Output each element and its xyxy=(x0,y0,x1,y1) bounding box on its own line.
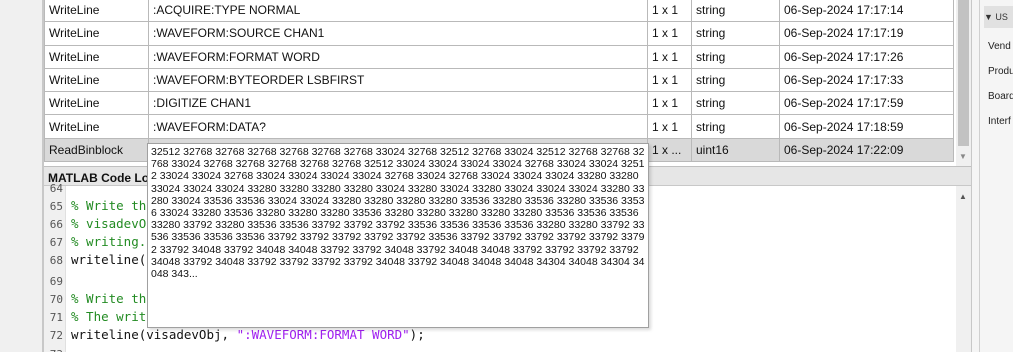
code-token: ); xyxy=(409,327,425,342)
type-cell: string xyxy=(691,21,780,46)
timestamp-cell: 06-Sep-2024 17:17:14 xyxy=(779,0,954,23)
code-line[interactable]: 73 xyxy=(44,346,956,352)
argument-cell: :WAVEFORM:DATA? xyxy=(148,114,648,139)
argument-cell: :DIGITIZE CHAN1 xyxy=(148,91,648,116)
code-text: writeline( xyxy=(71,252,146,267)
size-cell: 1 x 1 xyxy=(647,44,692,69)
size-cell: 1 x 1 xyxy=(647,21,692,46)
code-comment: % Write th xyxy=(71,291,147,306)
argument-cell: :WAVEFORM:BYTEORDER LSBFIRST xyxy=(148,67,648,93)
function-cell: WriteLine xyxy=(44,67,149,93)
line-number: 70 xyxy=(49,293,63,306)
size-cell: 1 x ... xyxy=(647,137,692,163)
function-cell: WriteLine xyxy=(44,44,149,69)
line-number: 69 xyxy=(49,275,63,288)
type-cell: string xyxy=(691,44,780,69)
argument-cell: :ACQUIRE:TYPE NORMAL xyxy=(148,0,648,23)
left-border xyxy=(0,0,44,352)
log-table: WriteLine:ACQUIRE:TYPE NORMAL 1 x 1 string… xyxy=(44,0,954,163)
properties-panel: ▼ US Vend Produ Board Interf xyxy=(971,0,1013,352)
code-comment: % The writ xyxy=(71,309,147,324)
timestamp-cell: 06-Sep-2024 17:17:33 xyxy=(779,67,954,93)
code-scrollbar[interactable]: ▲ xyxy=(956,186,971,352)
code-line[interactable]: 72 writeline(visadevObj, ":WAVEFORM:FORMA… xyxy=(44,327,956,345)
line-number: 71 xyxy=(49,311,63,324)
table-row[interactable]: WriteLine:WAVEFORM:FORMAT WORD 1 x 1 strin… xyxy=(44,44,954,69)
function-cell: WriteLine xyxy=(44,91,149,116)
code-text: writeline(visadevObj, ":WAVEFORM:FORMAT … xyxy=(71,327,425,342)
size-cell: 1 x 1 xyxy=(647,0,692,23)
scroll-down-arrow-icon[interactable]: ▼ xyxy=(959,152,967,161)
line-number: 72 xyxy=(49,329,63,342)
timestamp-cell: 06-Sep-2024 17:22:09 xyxy=(779,137,954,163)
line-number: 68 xyxy=(49,254,63,267)
line-number: 67 xyxy=(49,236,63,249)
table-row[interactable]: WriteLine:ACQUIRE:TYPE NORMAL 1 x 1 string… xyxy=(44,0,954,23)
line-number: 65 xyxy=(49,200,63,213)
size-cell: 1 x 1 xyxy=(647,114,692,139)
function-cell: WriteLine xyxy=(44,114,149,139)
log-table-panel: WriteLine:ACQUIRE:TYPE NORMAL 1 x 1 string… xyxy=(44,0,956,166)
size-cell: 1 x 1 xyxy=(647,67,692,93)
line-number: 66 xyxy=(49,218,63,231)
argument-cell: :WAVEFORM:FORMAT WORD xyxy=(148,44,648,69)
table-row[interactable]: WriteLine:WAVEFORM:SOURCE CHAN1 1 x 1 stri… xyxy=(44,21,954,46)
timestamp-cell: 06-Sep-2024 17:17:59 xyxy=(779,91,954,116)
code-text: % writing. xyxy=(71,234,146,249)
function-cell: ReadBinblock xyxy=(44,137,149,163)
timestamp-cell: 06-Sep-2024 17:17:19 xyxy=(779,21,954,46)
timestamp-cell: 06-Sep-2024 17:18:59 xyxy=(779,114,954,139)
function-cell: WriteLine xyxy=(44,21,149,46)
table-row[interactable]: WriteLine:WAVEFORM:BYTEORDER LSBFIRST 1 x… xyxy=(44,67,954,93)
function-cell: WriteLine xyxy=(44,0,149,23)
table-row[interactable]: WriteLine:DIGITIZE CHAN1 1 x 1 string 06-Se… xyxy=(44,91,954,116)
code-string: ":WAVEFORM:FORMAT WORD" xyxy=(236,327,410,342)
code-token: writeline( xyxy=(71,252,147,267)
property-label-board: Board xyxy=(988,91,1013,102)
properties-section-header[interactable]: ▼ US xyxy=(984,6,1013,28)
line-number: 73 xyxy=(47,348,63,352)
panel-divider xyxy=(979,0,980,352)
property-label-product: Produ xyxy=(988,66,1013,77)
size-cell: 1 x 1 xyxy=(647,91,692,116)
type-cell: string xyxy=(691,0,780,23)
code-comment: % writing. xyxy=(71,234,147,249)
argument-cell: :WAVEFORM:SOURCE CHAN1 xyxy=(148,21,648,46)
table-scrollbar[interactable]: ▼ xyxy=(956,0,971,166)
property-label-vendor: Vend xyxy=(988,41,1011,52)
property-label-interface: Interf xyxy=(988,116,1011,127)
line-number: 64 xyxy=(49,182,63,195)
type-cell: string xyxy=(691,91,780,116)
type-cell: string xyxy=(691,67,780,93)
code-token: writeline(visadevObj, xyxy=(71,327,237,342)
code-comment: % visadevO xyxy=(71,216,147,231)
type-cell: uint16 xyxy=(691,137,780,163)
type-cell: string xyxy=(691,114,780,139)
table-scrollbar-thumb[interactable] xyxy=(958,0,969,146)
app-window: WriteLine:ACQUIRE:TYPE NORMAL 1 x 1 string… xyxy=(0,0,1013,352)
timestamp-cell: 06-Sep-2024 17:17:26 xyxy=(779,44,954,69)
table-row[interactable]: WriteLine:WAVEFORM:DATA? 1 x 1 string 06-Se… xyxy=(44,114,954,139)
code-comment: % Write th xyxy=(71,198,147,213)
scroll-up-arrow-icon[interactable]: ▲ xyxy=(959,192,967,201)
data-value-tooltip: 32512 32768 32768 32768 32768 32768 3276… xyxy=(147,143,649,328)
